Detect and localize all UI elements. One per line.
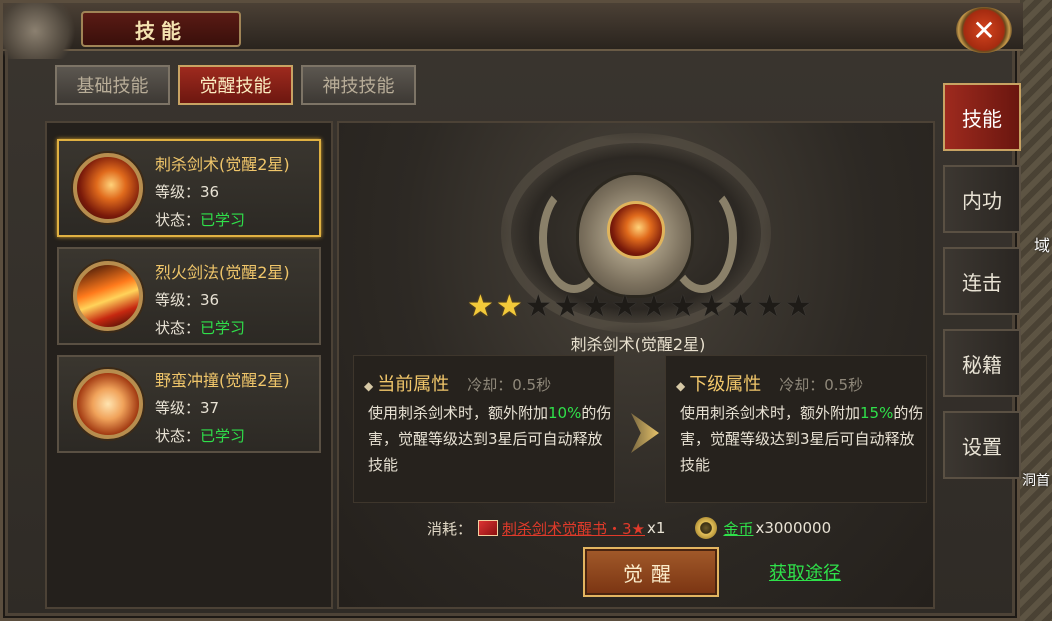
awaken-cost: 消耗： 刺杀剑术觉醒书・3★ x1 金币 x3000000 bbox=[427, 517, 831, 539]
diamond-icon: ◆ bbox=[676, 379, 686, 393]
skill-status: 状态：已学习 bbox=[155, 319, 246, 337]
skill-name: 烈火剑法(觉醒2星) bbox=[155, 263, 290, 282]
cost-item-link[interactable]: 刺杀剑术觉醒书・3★ bbox=[502, 518, 645, 539]
skill-list: 刺杀剑术(觉醒2星) 等级：36 状态：已学习 烈火剑法(觉醒2星) 等级：36… bbox=[45, 121, 333, 609]
star-empty-icon: ★ bbox=[669, 289, 697, 324]
side-tab-inner-power[interactable]: 内功 bbox=[943, 165, 1021, 233]
close-icon: ✕ bbox=[972, 13, 996, 47]
tab-basic-skills[interactable]: 基础技能 bbox=[55, 65, 170, 105]
skill-item-barbaric-charge[interactable]: 野蛮冲撞(觉醒2星) 等级：37 状态：已学习 bbox=[57, 355, 321, 453]
cost-item-count: x1 bbox=[647, 519, 666, 537]
title-plate: 技能 bbox=[81, 11, 241, 47]
next-attributes: ◆ 下级属性 冷却：0.5秒 使用刺杀剑术时，额外附加15%的伤害，觉醒等级达到… bbox=[665, 355, 927, 503]
skill-detail-panel: ★ ★ ★ ★ ★ ★ ★ ★ ★ ★ ★ ★ 刺杀剑术(觉醒2星) ◆ 当前属性 冷却：0.5秒 使… bbox=[337, 121, 935, 609]
side-tab-skills[interactable]: 技能 bbox=[943, 83, 1021, 151]
star-empty-icon: ★ bbox=[582, 289, 610, 324]
current-attr-desc: 使用刺杀剑术时，额外附加10%的伤害，觉醒等级达到3星后可自动释放技能 bbox=[368, 404, 612, 474]
world-text-a: 域 bbox=[1033, 236, 1050, 255]
tab-awaken-skills[interactable]: 觉醒技能 bbox=[178, 65, 293, 105]
star-empty-icon: ★ bbox=[727, 289, 755, 324]
window-title: 技能 bbox=[135, 18, 187, 43]
star-empty-icon: ★ bbox=[611, 289, 639, 324]
gold-amount: x3000000 bbox=[755, 519, 832, 537]
gold-coin-icon bbox=[695, 517, 718, 539]
side-tab-settings[interactable]: 设置 bbox=[943, 411, 1021, 479]
next-attr-title: 下级属性 bbox=[689, 374, 762, 395]
gold-link[interactable]: 金币 bbox=[723, 518, 753, 539]
skill-book-icon bbox=[478, 520, 499, 536]
star-empty-icon: ★ bbox=[756, 289, 783, 324]
skill-item-thrust[interactable]: 刺杀剑术(觉醒2星) 等级：36 状态：已学习 bbox=[57, 139, 321, 237]
fire-sword-icon bbox=[73, 261, 143, 331]
awaken-star-rating: ★ ★ ★ ★ ★ ★ ★ ★ ★ ★ ★ ★ bbox=[467, 291, 812, 323]
diamond-icon: ◆ bbox=[364, 379, 374, 393]
star-empty-icon: ★ bbox=[640, 289, 668, 324]
obtain-source-link[interactable]: 获取途径 bbox=[769, 559, 841, 585]
skill-item-fire-sword[interactable]: 烈火剑法(觉醒2星) 等级：36 状态：已学习 bbox=[57, 247, 321, 345]
arrow-right-icon bbox=[631, 413, 659, 453]
current-attr-title: 当前属性 bbox=[377, 374, 450, 395]
barbaric-charge-icon bbox=[73, 369, 143, 439]
skill-name: 野蛮冲撞(觉醒2星) bbox=[155, 371, 290, 390]
skill-status: 状态：已学习 bbox=[155, 211, 246, 229]
next-attr-desc: 使用刺杀剑术时，额外附加15%的伤害，觉醒等级达到3星后可自动释放技能 bbox=[680, 404, 924, 474]
star-empty-icon: ★ bbox=[524, 289, 552, 324]
skill-level: 等级：36 bbox=[155, 183, 220, 201]
thrust-slash-icon bbox=[73, 153, 143, 223]
skill-level: 等级：37 bbox=[155, 399, 220, 417]
skill-status: 状态：已学习 bbox=[155, 427, 246, 445]
next-cooldown: 冷却：0.5秒 bbox=[779, 376, 864, 394]
close-button[interactable]: ✕ bbox=[956, 7, 1012, 53]
cost-label: 消耗： bbox=[427, 519, 473, 538]
dragon-ornament-icon bbox=[3, 3, 83, 59]
star-filled-icon: ★ bbox=[495, 289, 523, 324]
star-filled-icon: ★ bbox=[467, 289, 494, 324]
current-attributes: ◆ 当前属性 冷却：0.5秒 使用刺杀剑术时，额外附加10%的伤害，觉醒等级达到… bbox=[353, 355, 615, 503]
star-empty-icon: ★ bbox=[553, 289, 581, 324]
skill-window: 技能 ✕ 基础技能 觉醒技能 神技技能 刺杀剑术(觉醒2星) 等级：36 状态：… bbox=[0, 0, 1023, 621]
star-empty-icon: ★ bbox=[698, 289, 726, 324]
selected-skill-icon bbox=[607, 201, 665, 259]
skill-level: 等级：36 bbox=[155, 291, 220, 309]
tab-divine-skills[interactable]: 神技技能 bbox=[301, 65, 416, 105]
current-cooldown: 冷却：0.5秒 bbox=[467, 376, 552, 394]
selected-skill-name: 刺杀剑术(觉醒2星) bbox=[570, 335, 706, 354]
skill-category-tabs: 基础技能 觉醒技能 神技技能 bbox=[55, 65, 416, 105]
title-bar: 技能 bbox=[3, 3, 1023, 59]
side-tab-secret-book[interactable]: 秘籍 bbox=[943, 329, 1021, 397]
world-text-b: 洞首 bbox=[1022, 473, 1050, 489]
side-tab-combo[interactable]: 连击 bbox=[943, 247, 1021, 315]
awaken-button[interactable]: 觉醒 bbox=[583, 547, 719, 597]
star-empty-icon: ★ bbox=[784, 289, 812, 324]
skill-name: 刺杀剑术(觉醒2星) bbox=[155, 155, 290, 174]
